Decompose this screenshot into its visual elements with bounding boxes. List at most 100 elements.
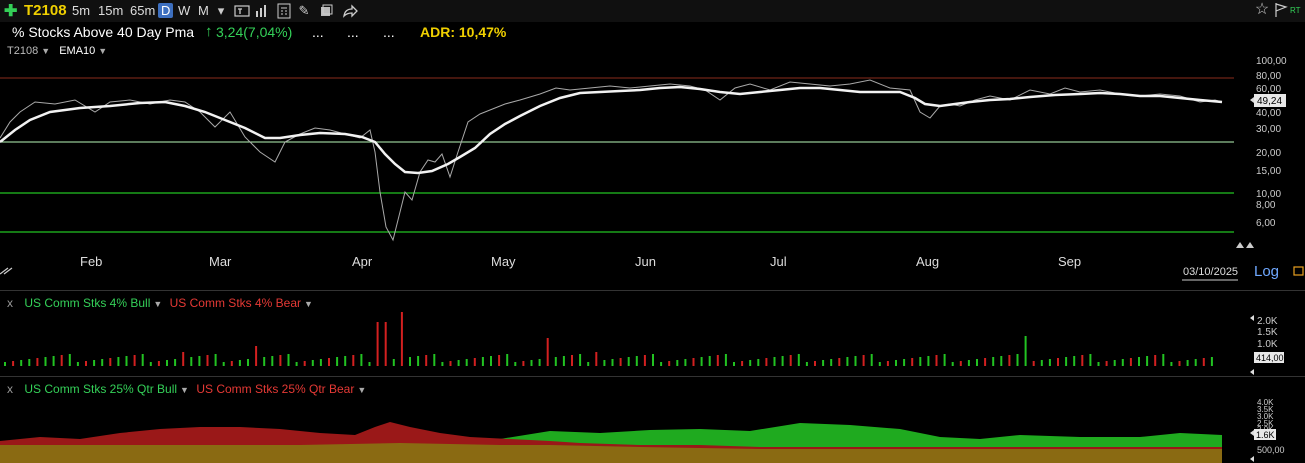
volume-bar <box>182 352 185 366</box>
volume-bar <box>919 357 922 366</box>
flag-icon[interactable] <box>1273 2 1289 18</box>
timeframe-15m[interactable]: 15m <box>98 3 123 18</box>
volume-bar <box>1048 359 1051 366</box>
volume-bar <box>149 362 152 366</box>
volume-bar <box>1162 354 1165 366</box>
volume-bar <box>1008 355 1011 366</box>
panel2-chart[interactable]: 2.0K 1.5K 1.0K 414,00 <box>0 300 1305 376</box>
volume-bar <box>805 362 808 366</box>
main-y-axis: 100,00 80,00 60,00 40,00 30,00 20,00 15,… <box>1256 56 1287 229</box>
volume-bar <box>1178 361 1181 366</box>
volume-bar <box>85 361 87 366</box>
panel3-chart[interactable]: 4.0K 3.5K 3.0K 2.5K 2.0K 500,00 1.6K <box>0 377 1305 463</box>
panel-divider[interactable] <box>0 290 1305 291</box>
volume-bar <box>903 359 906 366</box>
volume-bar <box>384 322 387 366</box>
placeholder-dots-1: ... <box>312 24 324 40</box>
volume-bar <box>838 358 841 366</box>
volume-bar <box>984 358 987 366</box>
star-icon[interactable]: ☆ <box>1254 2 1270 18</box>
y-tick: 60,00 <box>1256 84 1281 95</box>
scroll-up-icon[interactable] <box>1246 242 1254 248</box>
volume-bar <box>635 356 638 366</box>
y-tick: 6,00 <box>1256 218 1276 229</box>
scroll-up-icon[interactable] <box>1236 242 1244 248</box>
timeframe-d[interactable]: D <box>158 3 174 18</box>
change-value: 3,24(7,04%) <box>216 24 293 40</box>
volume-bar <box>1105 361 1108 366</box>
volume-bar <box>4 362 6 366</box>
volume-bar <box>247 359 249 366</box>
calculator-icon[interactable] <box>276 3 292 19</box>
volume-bar <box>1154 355 1157 366</box>
volume-bar <box>465 359 468 366</box>
lock-icon[interactable] <box>1293 266 1304 276</box>
timeframe-w[interactable]: W <box>178 3 190 18</box>
volume-bar <box>1065 357 1068 366</box>
timeframe-5m[interactable]: 5m <box>72 3 90 18</box>
volume-bar <box>773 357 776 366</box>
volume-bar <box>668 361 671 366</box>
volume-bar <box>344 356 347 366</box>
volume-bar <box>1138 357 1140 366</box>
last-value: 414,00 <box>1256 353 1284 363</box>
volume-bar <box>854 356 857 366</box>
pencil-icon[interactable]: ✎ <box>296 3 312 19</box>
volume-bar <box>757 359 760 366</box>
volume-bar <box>230 361 233 366</box>
volume-bar <box>846 357 849 366</box>
volume-bar <box>400 312 403 366</box>
volume-bar <box>174 359 177 366</box>
volume-bar <box>76 362 79 366</box>
last-value: 1.6K <box>1256 430 1275 440</box>
log-scale-toggle[interactable]: Log <box>1254 263 1279 280</box>
volume-bar <box>1073 356 1076 366</box>
volume-bar <box>490 356 492 366</box>
main-chart[interactable]: 100,00 80,00 60,00 40,00 30,00 20,00 15,… <box>0 42 1305 292</box>
expand-icon[interactable] <box>0 267 13 275</box>
layers-icon[interactable] <box>318 3 334 19</box>
volume-bar <box>1113 360 1116 366</box>
volume-bar <box>1089 354 1092 366</box>
volume-bar <box>700 357 703 366</box>
volume-bar <box>457 360 460 366</box>
volume-bar <box>1186 360 1189 366</box>
placeholder-dots-3: ... <box>383 24 395 40</box>
volume-bar <box>959 361 962 366</box>
indicator-icon[interactable] <box>234 3 250 19</box>
volume-bar <box>781 356 784 366</box>
ema10-line <box>0 85 1223 175</box>
share-arrow-icon[interactable] <box>342 3 358 19</box>
bar-chart-icon[interactable] <box>254 3 270 19</box>
volume-bar <box>1121 359 1124 366</box>
y-tick: 15,00 <box>1256 166 1281 177</box>
timeframe-m[interactable]: M <box>198 3 209 18</box>
volume-bar <box>255 346 258 366</box>
y-tick: 500,00 <box>1257 445 1285 455</box>
timeframe-65m[interactable]: 65m <box>130 3 155 18</box>
volume-bar <box>935 355 938 366</box>
volume-bar <box>1032 361 1035 366</box>
value-pointer-icon <box>1250 430 1254 436</box>
volume-bar <box>1202 358 1205 366</box>
volume-bar <box>546 338 549 366</box>
volume-bar <box>271 356 274 366</box>
volume-bar <box>830 359 833 366</box>
volume-bar <box>554 357 557 366</box>
add-icon[interactable]: ✚ <box>4 1 17 21</box>
volume-bar <box>692 358 695 366</box>
volume-bar <box>409 357 411 366</box>
volume-bar <box>287 354 290 366</box>
volume-bar <box>562 356 565 366</box>
value-pointer-icon <box>1250 315 1254 321</box>
volume-bar <box>1040 360 1043 366</box>
value-pointer-icon <box>1250 369 1254 375</box>
volume-bar <box>101 359 104 366</box>
volume-bar <box>789 355 792 366</box>
volume-bar <box>311 360 314 366</box>
volume-bar <box>109 358 112 366</box>
volume-bar <box>141 354 144 366</box>
chevron-down-icon[interactable]: ▾ <box>213 3 229 19</box>
volume-bar <box>538 359 541 366</box>
ticker-symbol[interactable]: T2108 <box>24 2 67 19</box>
